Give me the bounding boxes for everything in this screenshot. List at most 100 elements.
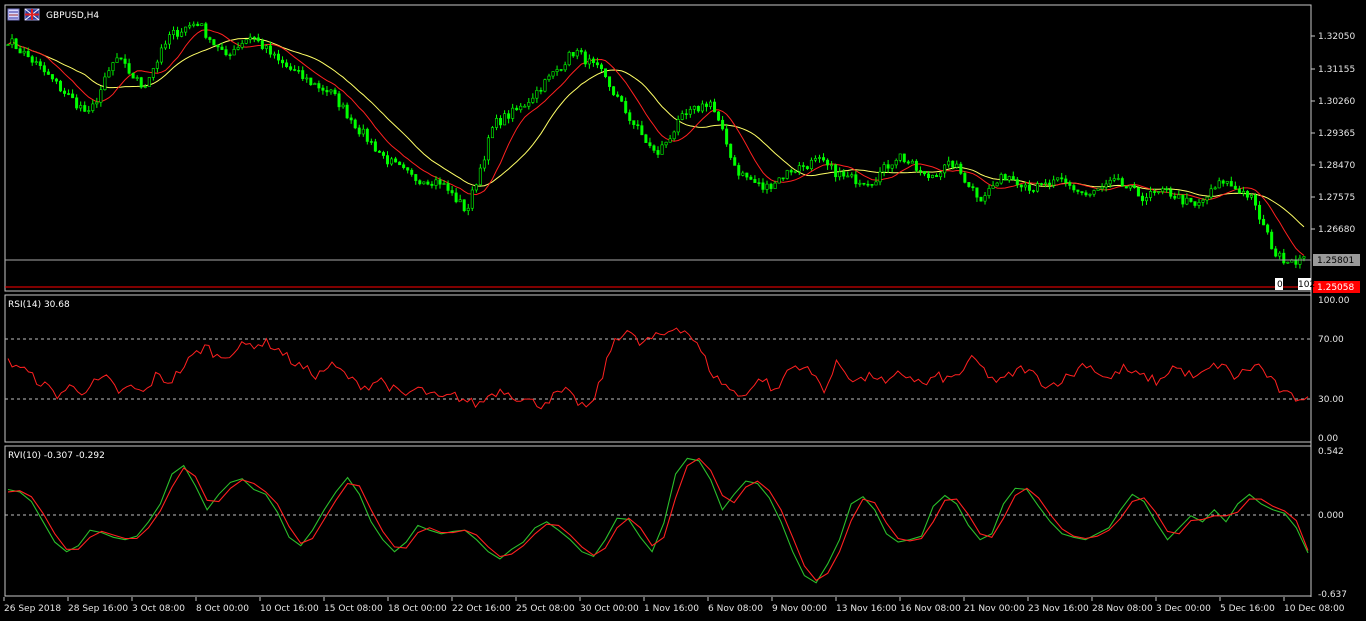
candle-body [155, 61, 159, 69]
time-tick-label: 30 Oct 00:00 [580, 604, 639, 614]
candle-body [143, 86, 147, 88]
candle-body [1124, 185, 1128, 189]
candle-body [139, 77, 143, 88]
candle-body [886, 164, 890, 169]
candle-body [83, 105, 87, 112]
chart-title: GBPUSD,H4 [46, 11, 99, 21]
candle-body [373, 141, 377, 152]
candle-body [846, 175, 850, 178]
candle-body [959, 163, 963, 174]
candle-body [809, 159, 813, 169]
candle-body [753, 179, 757, 183]
candle-body [180, 31, 184, 37]
candle-body [878, 171, 882, 183]
time-tick-label: 6 Nov 08:00 [708, 604, 763, 614]
candle [931, 174, 935, 179]
candle-body [228, 54, 232, 57]
candle [644, 133, 648, 143]
candle-body [1132, 185, 1136, 188]
candle [902, 153, 906, 164]
candle-body [539, 90, 543, 92]
candle-body [297, 70, 301, 72]
candle-body [390, 158, 394, 165]
candle-body [357, 127, 361, 135]
candle-body [551, 71, 555, 77]
chart-window-icon[interactable] [7, 8, 20, 21]
candle-body [478, 167, 482, 186]
candle-body [995, 182, 999, 187]
candle [785, 169, 789, 180]
candle-body [151, 68, 155, 78]
rvi-tick-label: -0.637 [1318, 590, 1347, 600]
price-tick-label: 1.29365 [1318, 129, 1355, 139]
candle [959, 161, 963, 175]
candle-body [1197, 202, 1201, 206]
candle-body [947, 160, 951, 166]
candle-body [1108, 179, 1112, 185]
candle-body [163, 43, 167, 49]
candle-body [38, 61, 42, 66]
candle-body [1112, 178, 1116, 181]
candle-body [220, 46, 224, 50]
candle-body [708, 101, 712, 107]
candle-body [46, 71, 50, 75]
candle-body [676, 119, 680, 133]
candle-body [620, 96, 624, 102]
candle-body [547, 75, 551, 80]
candle-body [1092, 190, 1096, 195]
candle-body [1120, 178, 1124, 187]
rsi-tick-label: 70.00 [1318, 335, 1344, 345]
candle-body [325, 90, 329, 93]
candle-body [854, 174, 858, 185]
candle-body [1031, 190, 1035, 192]
candle [398, 161, 402, 166]
candle-body [543, 79, 547, 92]
candle-body [672, 131, 676, 140]
candle-body [58, 80, 62, 92]
candle-body [785, 170, 789, 179]
candle-body [313, 83, 317, 86]
candle-body [499, 117, 503, 126]
candle-body [377, 150, 381, 153]
candle-body [1149, 191, 1153, 198]
candle-body [914, 160, 918, 171]
candle-body [103, 76, 107, 90]
candle-body [898, 153, 902, 161]
candle-body [75, 97, 79, 109]
candle-body [1044, 182, 1048, 185]
candle-body [147, 77, 151, 87]
candle-body [111, 62, 115, 72]
candle-body [608, 76, 612, 87]
candle [200, 23, 204, 27]
chart-canvas[interactable]: GBPUSD,H4 1.32050 1.31155 1.30260 1.2936… [0, 0, 1366, 621]
candle-body [595, 62, 599, 66]
candle-body [1136, 187, 1140, 197]
candle-body [341, 104, 345, 108]
candle-body [1153, 191, 1157, 193]
candle-body [1019, 184, 1023, 188]
candle-body [30, 56, 34, 63]
candle-body [462, 199, 466, 211]
candle-body [745, 172, 749, 178]
candle-body [866, 183, 870, 186]
bid-price-label: 1.25801 [1317, 256, 1354, 266]
candle-body [644, 134, 648, 143]
candle-body [870, 184, 874, 186]
candle-body [842, 171, 846, 177]
price-tick-label: 1.31155 [1318, 65, 1355, 75]
candle-body [632, 120, 636, 126]
candle-body [1157, 191, 1161, 193]
time-tick-label: 3 Oct 08:00 [132, 604, 185, 614]
candle [204, 21, 208, 40]
candle-body [971, 186, 975, 189]
candle-body [200, 23, 204, 26]
candle [717, 111, 721, 122]
candle-body [1294, 259, 1298, 265]
candle-body [176, 30, 180, 37]
candle-body [874, 181, 878, 186]
chart-window[interactable]: GBPUSD,H4 1.32050 1.31155 1.30260 1.2936… [0, 0, 1366, 621]
candle-body [813, 158, 817, 161]
candle-body [1229, 181, 1233, 187]
candle-body [515, 107, 519, 111]
candle [212, 38, 216, 46]
